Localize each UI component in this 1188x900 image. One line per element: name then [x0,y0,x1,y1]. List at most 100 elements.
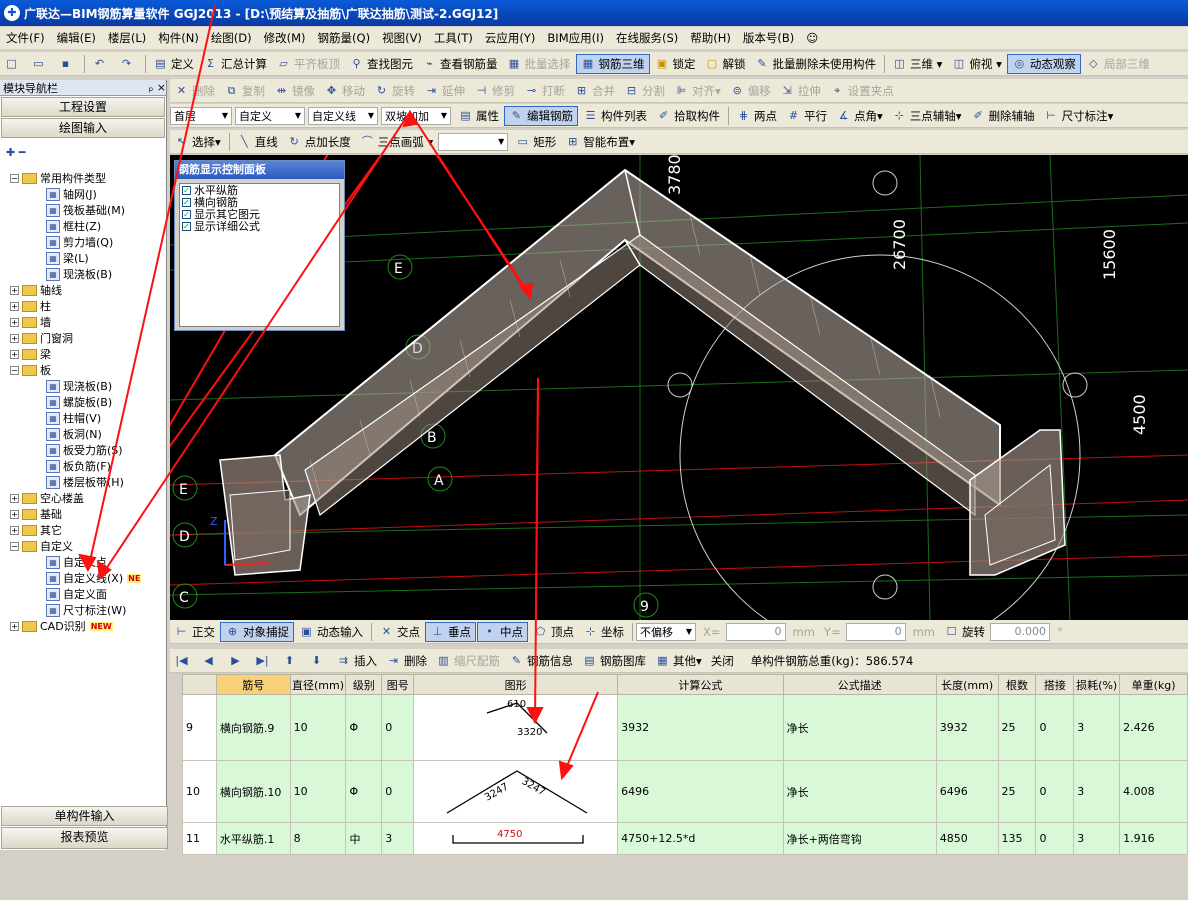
two-point-button[interactable]: ⋕ 两点 [732,106,781,126]
point-angle-button[interactable]: ∡ 点角 ▾ [832,106,887,126]
extend-button[interactable]: ⇥ 延伸 [420,81,469,101]
menu-component[interactable]: 构件(N) [152,30,205,46]
three-point-aux-button[interactable]: ⊹ 三点辅轴 ▾ [888,106,966,126]
copy-button[interactable]: ⧉ 复制 [220,81,269,101]
menu-rebar[interactable]: 钢筋量(Q) [312,30,377,46]
floor-select[interactable]: 首层 ▼ [170,106,232,125]
tree-folder[interactable]: + 空心楼盖 [0,490,165,506]
tree-item[interactable]: ▦ 自定义点 [0,554,165,570]
col-shape[interactable]: 图形 [413,674,619,695]
col-length[interactable]: 长度(mm) [935,674,999,695]
project-settings-button[interactable]: 工程设置 [1,97,165,117]
tree-item[interactable]: ▦ 尺寸标注(W) [0,602,165,618]
tree-item[interactable]: ▦ 框柱(Z) [0,218,165,234]
tree-folder[interactable]: + 墙 [0,314,165,330]
break-button[interactable]: ⊸ 打断 [520,81,569,101]
top-view-dropdown[interactable]: ◫ 俯视 ▾ [947,54,1005,74]
tree-item[interactable]: ▦ 板负筋(F) [0,458,165,474]
col-figure-no[interactable]: 图号 [381,674,415,695]
table-row[interactable]: 10 横向钢筋.10 10 Φ 0 3247 3247 6496 净长 6496… [182,760,1188,823]
merge-button[interactable]: ⊞ 合并 [570,81,619,101]
object-snap-toggle[interactable]: ⊕ 对象捕捉 [220,621,294,642]
x-input[interactable]: 0 [725,622,786,641]
sum-calc-button[interactable]: Σ 汇总计算 [199,54,271,74]
undo-button[interactable]: ↶ [88,54,114,74]
expand-icon[interactable]: + [10,317,19,327]
y-input[interactable]: 0 [845,622,906,641]
select-button[interactable]: ↖ 选择 ▾ [170,132,225,152]
open-button[interactable]: ▭ [27,54,53,74]
type-select[interactable]: 自定义 ▼ [235,106,305,125]
pick-component-button[interactable]: ✐ 拾取构件 [652,106,724,126]
tree-folder[interactable]: + 柱 [0,298,165,314]
shape-cell[interactable]: 3247 3247 [413,760,619,823]
mirror-button[interactable]: ⇹ 镜像 [270,81,319,101]
tree-item[interactable]: ▦ 现浇板(B) [0,266,165,282]
col-formula-desc[interactable]: 公式描述 [782,674,937,695]
draw-input-button[interactable]: 绘图输入 [1,118,165,138]
intersect-toggle[interactable]: ✕ 交点 [375,622,424,642]
close-grid-button[interactable]: 关闭 [707,651,738,671]
find-element-button[interactable]: ⚲ 查找图元 [345,54,417,74]
tree-folder[interactable]: + 其它 [0,522,165,538]
ortho-toggle[interactable]: ⊢ 正交 [170,622,219,642]
tree-folder[interactable]: + 门窗洞 [0,330,165,346]
rebar-3d-button[interactable]: ▦ 钢筋三维 [575,53,650,74]
parallel-button[interactable]: # 平行 [782,106,831,126]
expand-collapse-icons[interactable]: ✚ ━ [6,146,25,159]
rebar-structure[interactable] [219,168,1066,576]
col-unit-weight[interactable]: 单重(kg) [1119,674,1188,695]
expand-icon[interactable]: + [10,301,19,311]
delete-aux-button[interactable]: ✐ 删除辅轴 [967,106,1039,126]
single-component-input-button[interactable]: 单构件输入 [1,806,168,826]
insert-button[interactable]: ⇉ 插入 [332,651,381,671]
stretch-button[interactable]: ⇲ 拉伸 [776,81,825,101]
component-list-button[interactable]: ☰ 构件列表 [579,106,651,126]
menu-version[interactable]: 版本号(B) [737,30,800,46]
move-down-button[interactable]: ⬇ [305,651,331,671]
define-button[interactable]: ▤ 定义 [149,54,198,74]
tree-folder[interactable]: + CAD识别 NEW [0,618,165,634]
expand-icon[interactable]: + [10,493,19,503]
rotate-input[interactable]: 0.000 [990,622,1050,641]
split-button[interactable]: ⊟ 分割 [620,81,669,101]
collapse-icon[interactable]: − [10,541,19,551]
menu-help[interactable]: 帮助(H) [684,30,737,46]
tree-folder[interactable]: − 常用构件类型 [0,170,165,186]
tree-folder[interactable]: + 轴线 [0,282,165,298]
dynamic-view-button[interactable]: ◎ 动态观察 [1006,53,1081,74]
batch-delete-button[interactable]: ✎ 批量删除未使用构件 [751,54,881,74]
tree-folder[interactable]: − 板 [0,362,165,378]
tree-folder[interactable]: − 自定义 [0,538,165,554]
scale-rebar-button[interactable]: ▥ 缩尺配筋 [432,651,504,671]
delete-button[interactable]: ✕ 删除 [170,81,219,101]
prev-record-button[interactable]: ◀ [197,651,223,671]
collapse-icon[interactable]: − [10,173,19,183]
other-dropdown[interactable]: ▦ 其他 ▾ [651,651,706,671]
tree-item[interactable]: ▦ 板受力筋(S) [0,442,165,458]
rectangle-button[interactable]: ▭ 矩形 [511,132,560,152]
rotate-checkbox[interactable]: ☐ 旋转 [940,622,989,642]
tree-item[interactable]: ▦ 剪力墙(Q) [0,234,165,250]
next-record-button[interactable]: ▶ [224,651,250,671]
move-button[interactable]: ✥ 移动 [320,81,369,101]
dimension-button[interactable]: ⊢ 尺寸标注 ▾ [1040,106,1118,126]
pin-close-icons[interactable]: ₚ × [149,81,166,94]
collapse-icon[interactable]: − [10,365,19,375]
menu-edit[interactable]: 编辑(E) [51,30,102,46]
col-formula[interactable]: 计算公式 [617,674,784,695]
col-diameter[interactable]: 直径(mm) [289,674,347,695]
col-grade[interactable]: 级别 [345,674,383,695]
redo-button[interactable]: ↷ [115,54,141,74]
col-loss[interactable]: 损耗(%) [1073,674,1121,695]
subtype-select[interactable]: 自定义线 ▼ [308,106,378,125]
move-up-button[interactable]: ⬆ [278,651,304,671]
save-button[interactable]: ▪ [54,54,80,74]
table-row[interactable]: 9 横向钢筋.9 10 Φ 0 610 3320 3932 净长 3932 25… [182,694,1188,761]
tree-item[interactable]: ▦ 自定义面 [0,586,165,602]
set-grip-button[interactable]: ⌖ 设置夹点 [826,81,898,101]
rebar-library-button[interactable]: ▤ 钢筋图库 [578,651,650,671]
expand-icon[interactable]: + [10,333,19,343]
tree-item[interactable]: ▦ 楼层板带(H) [0,474,165,490]
align-button[interactable]: ⊫ 对齐 ▾ [670,81,725,101]
